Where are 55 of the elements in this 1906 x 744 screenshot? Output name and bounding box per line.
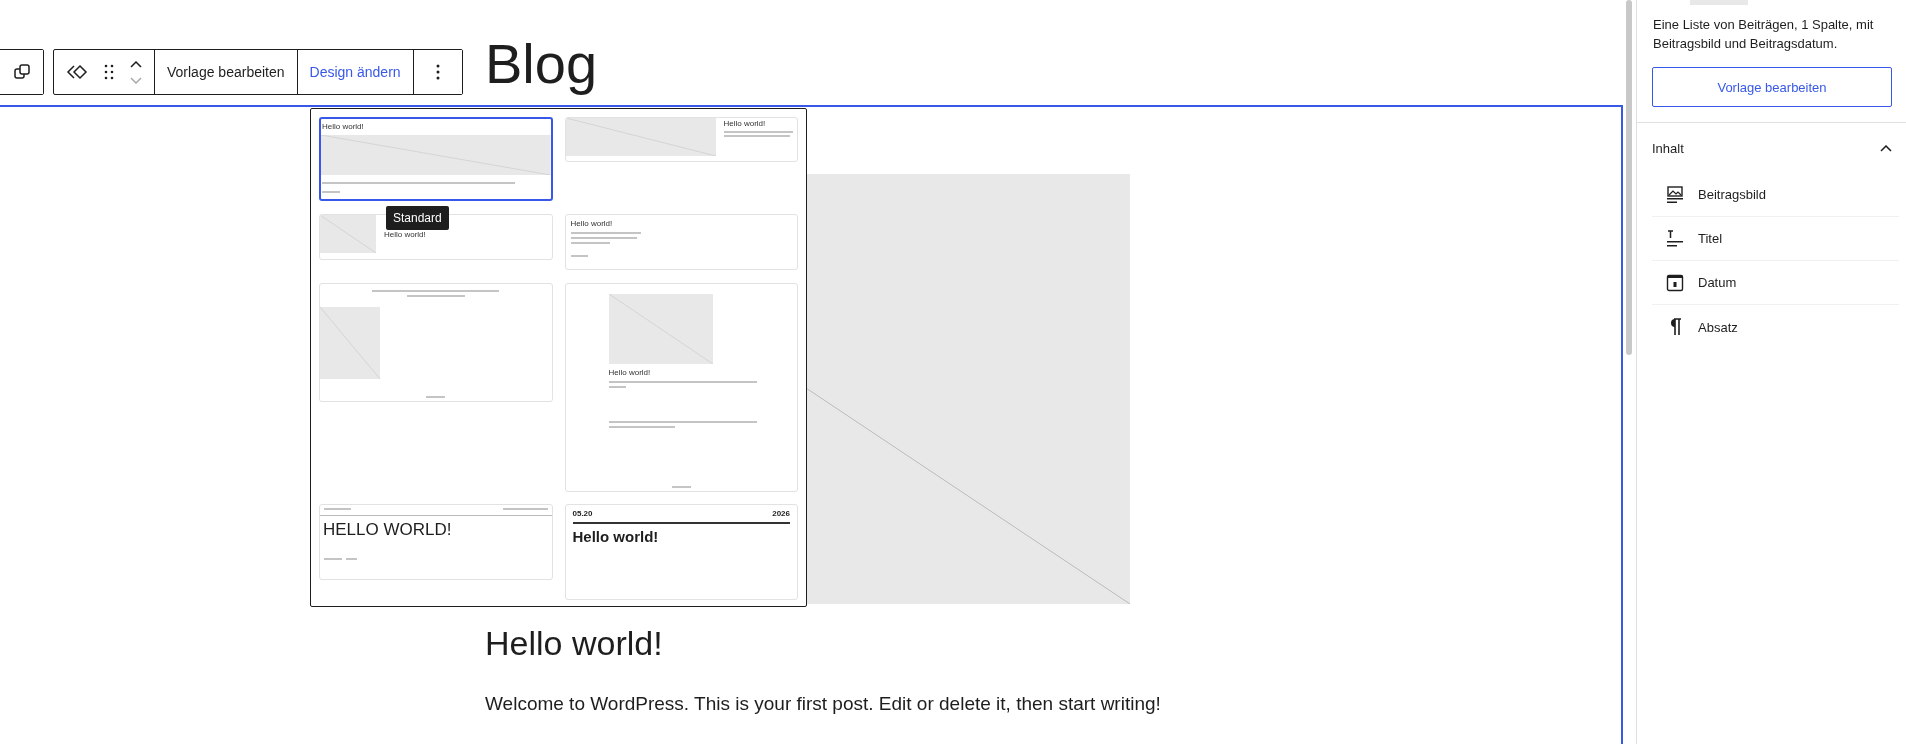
- text-line: [672, 486, 691, 488]
- image-placeholder: [320, 215, 376, 253]
- image-icon: [1666, 185, 1684, 204]
- text-line: [570, 232, 642, 234]
- pattern-title: Hello world!: [570, 219, 614, 229]
- text-line: [608, 386, 627, 388]
- drag-icon: [104, 64, 114, 80]
- page-title: Blog: [485, 31, 598, 97]
- pattern-option[interactable]: Hello world!: [564, 214, 798, 270]
- post-title: Hello world!: [485, 623, 664, 664]
- text-line: [723, 135, 790, 137]
- pattern-title: HELLO WORLD!: [322, 519, 453, 541]
- loop-icon: [66, 63, 88, 81]
- calendar-icon: [1666, 273, 1684, 292]
- more-vertical-icon: [435, 64, 440, 80]
- text-line: [406, 295, 465, 297]
- text-line: [723, 131, 794, 133]
- pattern-title: Hello world!: [384, 229, 426, 240]
- text-line: [570, 255, 589, 257]
- pattern-title: Hello world!: [571, 527, 660, 547]
- pattern-option[interactable]: Hello world!: [319, 117, 553, 201]
- title-icon: [1666, 229, 1684, 248]
- text-line: [324, 558, 342, 560]
- chevron-down-icon: [130, 76, 142, 84]
- text-line: [570, 242, 611, 244]
- tooltip: Standard: [386, 206, 449, 230]
- section-toggle[interactable]: Inhalt: [1637, 123, 1906, 173]
- pattern-year: 2026: [772, 509, 790, 518]
- text-line: [570, 237, 637, 239]
- block-list-item[interactable]: Datum: [1652, 261, 1899, 305]
- text-line: [502, 508, 548, 510]
- text-line: [426, 396, 445, 398]
- pattern-title: Hello world!: [608, 368, 652, 378]
- pattern-date: 05.20: [572, 509, 593, 518]
- pattern-option[interactable]: 05.20 2026 Hello world!: [564, 504, 798, 600]
- block-list-item[interactable]: Absatz: [1652, 305, 1899, 349]
- chevron-up-icon: [130, 60, 142, 68]
- scrollbar-thumb[interactable]: [1626, 0, 1632, 355]
- edit-template-button[interactable]: Vorlage bearbeiten: [1652, 67, 1892, 107]
- pattern-option[interactable]: HELLO WORLD!: [319, 504, 553, 580]
- block-list-item[interactable]: Beitragsbild: [1652, 173, 1899, 217]
- text-line: [324, 508, 351, 510]
- move-up-button[interactable]: [130, 58, 142, 70]
- text-line: [608, 426, 676, 428]
- block-list-item[interactable]: Titel: [1652, 217, 1899, 261]
- post-excerpt: Welcome to WordPress. This is your first post. Edit or delete it, then start writing!: [485, 692, 1162, 716]
- pattern-description: Eine Liste von Beiträgen, 1 Spalte, mit Beitragsbild und Beitragsdatum.: [1653, 16, 1875, 53]
- copy-icon: [13, 63, 31, 81]
- pattern-title: Hello world!: [321, 121, 365, 133]
- pattern-option[interactable]: Hello world!: [564, 117, 798, 162]
- text-line: [322, 191, 341, 193]
- pattern-title: Hello world!: [723, 119, 767, 129]
- chevron-up-icon: [1880, 144, 1892, 152]
- image-placeholder: [320, 307, 380, 379]
- pattern-option[interactable]: Hello world!: [564, 283, 798, 492]
